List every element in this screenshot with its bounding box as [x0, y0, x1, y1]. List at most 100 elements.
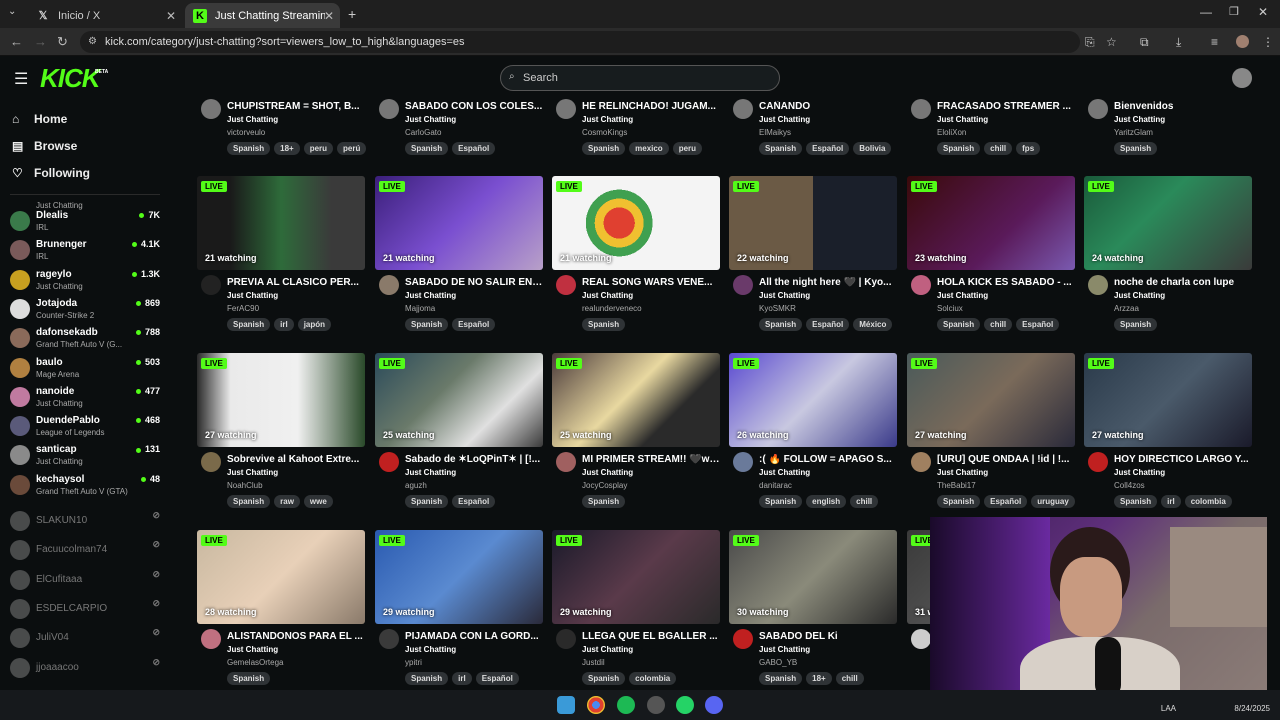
following-channel[interactable]: kechaysol Grand Theft Auto V (GTA) 48	[10, 473, 160, 501]
following-channel[interactable]: rageylo Just Chatting 1.3K	[10, 268, 160, 296]
tag-chip[interactable]: chill	[984, 318, 1013, 331]
tag-chip[interactable]: wwe	[303, 495, 333, 508]
tag-chip[interactable]: Spanish	[227, 495, 271, 508]
tag-chip[interactable]: México	[853, 318, 893, 331]
stream-thumbnail[interactable]: LIVE 27 watching	[907, 353, 1075, 447]
tag-chip[interactable]: Spanish	[405, 318, 449, 331]
tag-chip[interactable]: Spanish	[1114, 495, 1158, 508]
tag-chip[interactable]: Spanish	[759, 318, 803, 331]
stream-category[interactable]: Just Chatting	[759, 291, 810, 300]
tag-chip[interactable]: fps	[1016, 142, 1041, 155]
streamer-avatar[interactable]	[379, 275, 399, 295]
reading-list-icon[interactable]: ≡	[1211, 35, 1218, 49]
following-channel[interactable]: Brunenger IRL 4.1K	[10, 238, 160, 266]
streamer-avatar[interactable]	[733, 275, 753, 295]
tag-chip[interactable]: irl	[452, 672, 472, 685]
stream-thumbnail[interactable]: LIVE 30 watching	[729, 530, 897, 624]
stream-title[interactable]: PREVIA AL CLASICO PER...	[227, 277, 365, 288]
streamer-avatar[interactable]	[556, 275, 576, 295]
download-icon[interactable]: ⤓	[1176, 35, 1181, 50]
stream-category[interactable]: Just Chatting	[1114, 115, 1165, 124]
tag-chip[interactable]: Español	[452, 318, 496, 331]
streamer-avatar[interactable]	[911, 275, 931, 295]
streamer-avatar[interactable]	[201, 452, 221, 472]
stream-thumbnail[interactable]: LIVE 29 watching	[552, 530, 720, 624]
minimize-icon[interactable]: —	[1200, 5, 1212, 19]
streamer-avatar[interactable]	[911, 99, 931, 119]
following-channel[interactable]: dafonsekadb Grand Theft Auto V (G... 788	[10, 326, 160, 354]
tag-chip[interactable]: Spanish	[405, 495, 449, 508]
stream-title[interactable]: MI PRIMER STREAM!! 🖤w🖤	[582, 454, 720, 465]
tag-chip[interactable]: colombia	[1184, 495, 1232, 508]
stream-title[interactable]: CHUPISTREAM = SHOT, B...	[227, 101, 365, 112]
following-channel[interactable]: DuendePablo League of Legends 468	[10, 414, 160, 442]
tag-chip[interactable]: Spanish	[582, 142, 626, 155]
streamer-avatar[interactable]	[379, 99, 399, 119]
streamer-name[interactable]: KyoSMKR	[759, 304, 796, 313]
search-input[interactable]: ⌕ Search	[500, 65, 780, 91]
translate-icon[interactable]: ⎘	[1085, 35, 1095, 50]
stream-category[interactable]: Just Chatting	[937, 291, 988, 300]
stream-title[interactable]: REAL SONG WARS VENE...	[582, 277, 720, 288]
whatsapp-icon[interactable]	[676, 696, 694, 714]
stream-category[interactable]: Just Chatting	[405, 645, 456, 654]
streamer-avatar[interactable]	[733, 452, 753, 472]
stream-title[interactable]: HE RELINCHADO! JUGAM...	[582, 101, 720, 112]
stream-title[interactable]: :( 🔥 FOLLOW = APAGO S...	[759, 454, 897, 465]
tag-chip[interactable]: Español	[452, 495, 496, 508]
obs-icon[interactable]	[647, 696, 665, 714]
tag-chip[interactable]: Español	[984, 495, 1028, 508]
lang-indicator[interactable]: LAA	[1161, 704, 1176, 713]
tag-chip[interactable]: Spanish	[1114, 142, 1158, 155]
stream-title[interactable]: FRACASADO STREAMER ...	[937, 101, 1075, 112]
streamer-avatar[interactable]	[911, 629, 931, 649]
streamer-avatar[interactable]	[733, 629, 753, 649]
stream-category[interactable]: Just Chatting	[582, 468, 633, 477]
tag-chip[interactable]: Spanish	[937, 495, 981, 508]
stream-category[interactable]: Just Chatting	[227, 468, 278, 477]
streamer-name[interactable]: JocyCosplay	[582, 481, 627, 490]
url-field[interactable]: kick.com/category/just-chatting?sort=vie…	[80, 31, 1080, 53]
close-tab-icon[interactable]: ✕	[324, 9, 334, 23]
streamer-name[interactable]: TheBabi17	[937, 481, 976, 490]
tag-chip[interactable]: Spanish	[582, 672, 626, 685]
streamer-name[interactable]: Majjoma	[405, 304, 435, 313]
tag-chip[interactable]: Spanish	[1114, 318, 1158, 331]
stream-category[interactable]: Just Chatting	[582, 115, 633, 124]
tag-chip[interactable]: Español	[806, 318, 850, 331]
stream-title[interactable]: [URU] QUE ONDAA | !id | !...	[937, 454, 1075, 465]
kick-logo[interactable]: KICK	[40, 63, 101, 94]
tab-search-icon[interactable]: ⌄	[8, 6, 16, 17]
tag-chip[interactable]: 18+	[806, 672, 832, 685]
stream-title[interactable]: Sabado de ✶LoQPinT✶ | [!...	[405, 454, 543, 465]
tag-chip[interactable]: uruguay	[1031, 495, 1075, 508]
tab-kick[interactable]: K Just Chatting Streaming - Live✕	[185, 3, 340, 28]
tag-chip[interactable]: Spanish	[759, 672, 803, 685]
stream-title[interactable]: SABADO DEL Ki	[759, 631, 897, 642]
streamer-name[interactable]: Justdil	[582, 658, 605, 667]
tag-chip[interactable]: Bolivia	[853, 142, 892, 155]
spotify-icon[interactable]	[617, 696, 635, 714]
tag-chip[interactable]: irl	[1161, 495, 1181, 508]
site-info-icon[interactable]: ⚙	[88, 36, 97, 47]
streamer-avatar[interactable]	[1088, 452, 1108, 472]
streamer-name[interactable]: Arzzaa	[1114, 304, 1139, 313]
discord-icon[interactable]	[705, 696, 723, 714]
offline-channel[interactable]: jjoaaacoo ⊘	[10, 656, 160, 684]
tag-chip[interactable]: Spanish	[405, 142, 449, 155]
tag-chip[interactable]: Spanish	[582, 495, 626, 508]
nav-following[interactable]: ♡ Following	[12, 166, 90, 180]
new-tab-icon[interactable]: +	[348, 6, 356, 22]
tag-chip[interactable]: peru	[672, 142, 703, 155]
following-channel[interactable]: nanoide Just Chatting 477	[10, 385, 160, 413]
streamer-name[interactable]: aguzh	[405, 481, 427, 490]
extensions-icon[interactable]: ⧉	[1140, 35, 1149, 50]
streamer-avatar[interactable]	[556, 629, 576, 649]
stream-category[interactable]: Just Chatting	[759, 645, 810, 654]
tag-chip[interactable]: Español	[452, 142, 496, 155]
stream-thumbnail[interactable]: LIVE 22 watching	[729, 176, 897, 270]
streamer-name[interactable]: Solciux	[937, 304, 963, 313]
tag-chip[interactable]: Español	[1016, 318, 1060, 331]
streamer-avatar[interactable]	[1088, 99, 1108, 119]
stream-title[interactable]: HOY DIRECTICO LARGO Y...	[1114, 454, 1252, 465]
